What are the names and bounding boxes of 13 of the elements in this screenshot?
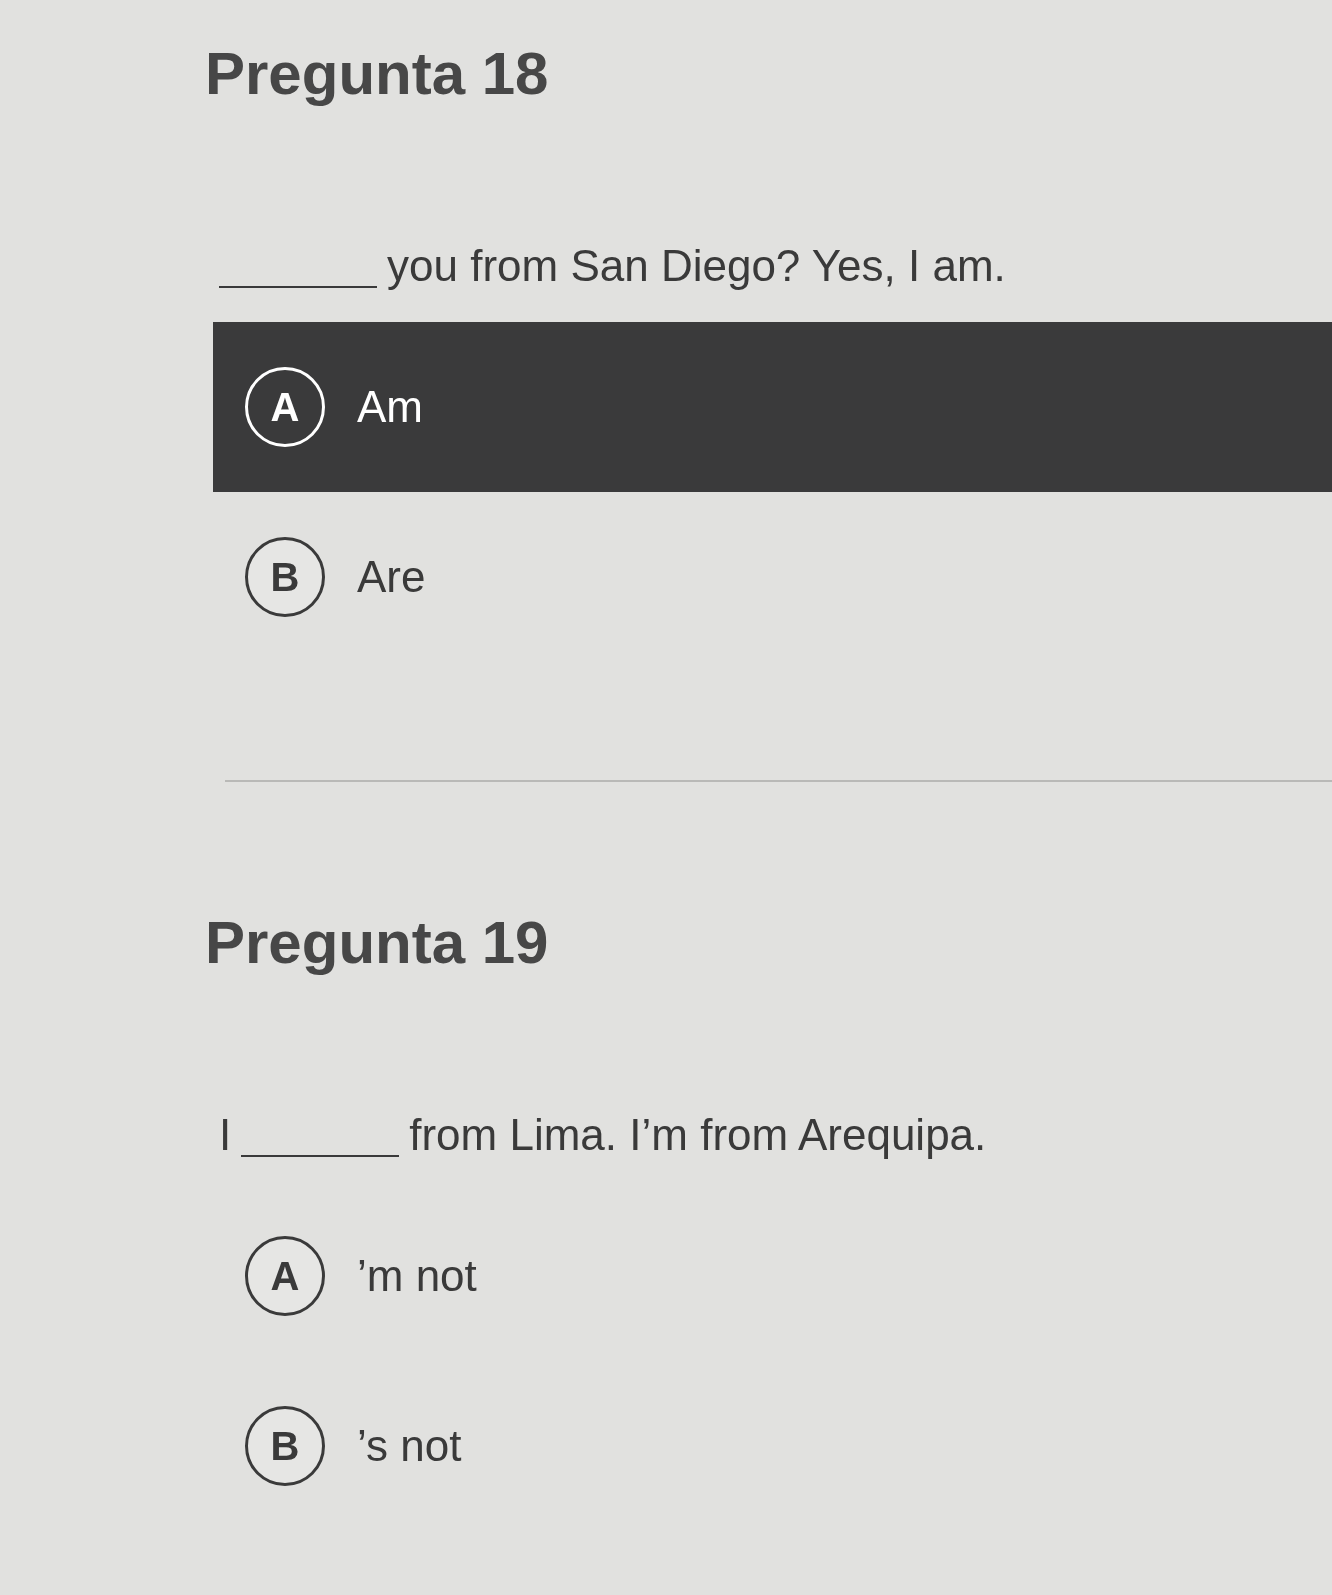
option-letter: A	[245, 367, 325, 447]
answer-option[interactable]: A Am	[213, 322, 1332, 492]
answer-option[interactable]: B ’s not	[213, 1361, 1332, 1531]
answer-option[interactable]: B Are	[213, 492, 1332, 662]
option-letter: A	[245, 1236, 325, 1316]
prompt-text: I	[219, 1109, 232, 1161]
prompt-text: from Lima. I’m from Arequipa.	[409, 1109, 987, 1161]
option-letter: B	[245, 1406, 325, 1486]
option-letter: B	[245, 537, 325, 617]
question-title: Pregunta 18	[205, 39, 549, 109]
answer-option[interactable]: A ’m not	[213, 1191, 1332, 1361]
prompt-text: you from San Diego? Yes, I am.	[387, 240, 1006, 292]
question-title: Pregunta 19	[205, 908, 549, 978]
